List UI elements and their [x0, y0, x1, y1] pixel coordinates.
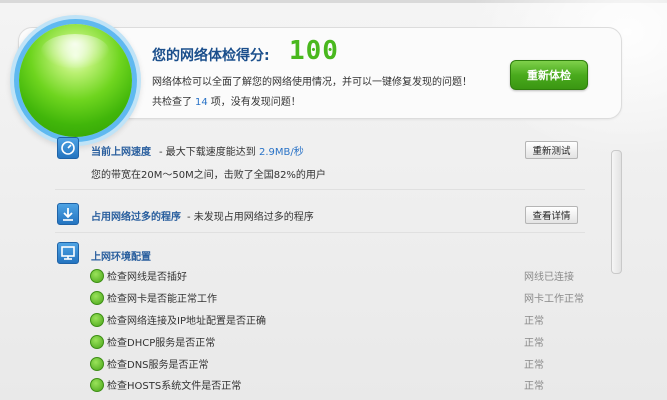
check-pass-icon — [90, 269, 104, 283]
check-label: 检查DHCP服务是否正常 — [107, 338, 216, 349]
retest-button[interactable]: 重新测试 — [525, 141, 578, 159]
speed-subtitle-text: - 最大下载速度能达到 — [159, 147, 256, 158]
check-label: 检查网络连接及IP地址配置是否正确 — [107, 316, 266, 327]
check-pass-icon — [90, 335, 104, 349]
check-status: 网卡工作正常 — [524, 294, 584, 305]
monitor-icon — [57, 242, 79, 264]
check-item: 检查网络连接及IP地址配置是否正确 正常 — [90, 312, 590, 328]
check-status: 正常 — [524, 381, 544, 392]
speed-detail: 您的带宽在20M～50M之间，击败了全国82%的用户 — [91, 170, 326, 181]
check-status: 正常 — [524, 338, 544, 349]
speed-title: 当前上网速度 — [91, 147, 151, 158]
recheck-button[interactable]: 重新体检 — [510, 60, 588, 90]
check-label: 检查网线是否插好 — [107, 272, 187, 283]
check-pass-icon — [90, 313, 104, 327]
download-arrow-icon — [57, 203, 79, 225]
score-value: 100 — [289, 36, 339, 66]
check-status: 正常 — [524, 360, 544, 371]
count-prefix: 共检查了 — [152, 97, 192, 108]
section-divider — [55, 232, 585, 233]
view-details-button[interactable]: 查看详情 — [525, 206, 578, 224]
count-value: 14 — [195, 97, 208, 108]
score-description: 网络体检可以全面了解您的网络使用情况，并可以一键修复发现的问题！ — [152, 77, 472, 88]
check-label: 检查网卡是否能正常工作 — [107, 294, 217, 305]
programs-subtitle: - 未发现占用网络过多的程序 — [187, 212, 314, 223]
check-item: 检查网线是否插好 网线已连接 — [90, 268, 590, 284]
score-count: 共检查了 14 项，没有发现问题！ — [152, 93, 301, 108]
check-label: 检查HOSTS系统文件是否正常 — [107, 381, 242, 392]
section-divider — [55, 189, 585, 190]
check-item: 检查HOSTS系统文件是否正常 正常 — [90, 377, 590, 393]
check-pass-icon — [90, 378, 104, 392]
score-title: 您的网络体检得分: — [152, 48, 270, 64]
check-pass-icon — [90, 357, 104, 371]
check-status: 网线已连接 — [524, 272, 574, 283]
globe-highlight — [41, 34, 109, 68]
programs-title: 占用网络过多的程序 — [91, 212, 181, 223]
count-suffix: 项，没有发现问题！ — [210, 97, 301, 108]
speedometer-icon — [57, 137, 79, 159]
check-pass-icon — [90, 291, 104, 305]
score-globe-icon — [19, 24, 132, 137]
environment-title: 上网环境配置 — [91, 252, 151, 263]
check-item: 检查DNS服务是否正常 正常 — [90, 356, 590, 372]
check-label: 检查DNS服务是否正常 — [107, 360, 209, 371]
speed-subtitle: - 最大下载速度能达到 2.9MB/秒 — [159, 143, 304, 158]
scrollbar-thumb[interactable] — [611, 150, 622, 274]
check-item: 检查DHCP服务是否正常 正常 — [90, 334, 590, 350]
check-status: 正常 — [524, 316, 544, 327]
check-item: 检查网卡是否能正常工作 网卡工作正常 — [90, 290, 590, 306]
max-speed-value: 2.9MB/秒 — [258, 147, 304, 158]
